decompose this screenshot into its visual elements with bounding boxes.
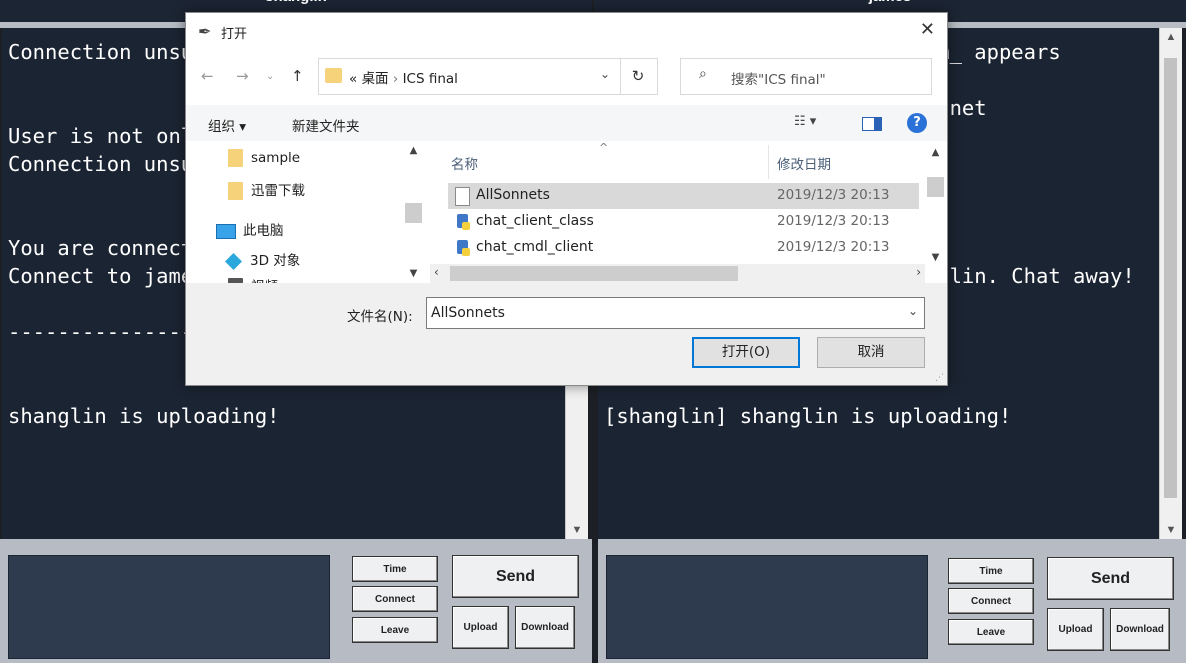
python-file-icon [457, 240, 470, 256]
new-folder-button[interactable]: 新建文件夹 [292, 115, 360, 135]
navigation-pane: sample 迅雷下载 此电脑 3D 对象 视频 ▲ ▼ [186, 141, 426, 283]
folder-icon [228, 149, 243, 167]
scroll-right-icon[interactable]: › [916, 265, 921, 279]
dialog-footer: 文件名(N): AllSonnets ⌄ 打开(O) 取消 ⋰ [186, 283, 947, 385]
open-button[interactable]: 打开(O) [692, 337, 800, 368]
cube-icon [225, 252, 242, 270]
file-row[interactable]: AllSonnets 2019/12/3 20:13 [448, 183, 919, 209]
dialog-title: 打开 [221, 27, 248, 42]
scroll-down-icon[interactable]: ▼ [405, 268, 422, 279]
file-row[interactable]: chat_cmdl_client 2019/12/3 20:13 [448, 235, 919, 261]
feather-icon: ✒ [198, 22, 212, 41]
computer-icon [216, 223, 236, 239]
input-panel: Time Connect Leave Send Upload Download [598, 539, 1186, 663]
leave-button[interactable]: Leave [352, 617, 438, 643]
breadcrumb[interactable]: « 桌面 › ICS final [349, 67, 458, 87]
filename-input[interactable]: AllSonnets ⌄ [426, 297, 925, 329]
scroll-left-icon[interactable]: ‹ [434, 265, 439, 279]
python-file-icon [457, 214, 470, 230]
message-input[interactable] [606, 555, 928, 659]
nav-item-downloads[interactable]: 迅雷下载 [228, 179, 305, 200]
nav-item-this-pc[interactable]: 此电脑 [216, 219, 284, 239]
column-name-header[interactable]: 名称 [451, 153, 478, 173]
download-button[interactable]: Download [515, 606, 575, 649]
scroll-thumb[interactable] [927, 177, 944, 197]
refresh-icon[interactable]: ↻ [619, 58, 658, 95]
history-dropdown-icon[interactable]: ⌄ [266, 71, 274, 82]
folder-icon [228, 182, 243, 200]
scroll-thumb[interactable] [405, 203, 422, 223]
scroll-down-icon[interactable]: ▼ [927, 252, 944, 263]
scroll-up-icon[interactable]: ▲ [1160, 28, 1182, 46]
scroll-down-icon[interactable]: ▼ [1160, 521, 1182, 539]
message-input[interactable] [8, 555, 330, 659]
text-file-icon [455, 187, 470, 206]
scroll-thumb[interactable] [450, 266, 738, 281]
cancel-button[interactable]: 取消 [817, 337, 925, 368]
help-icon[interactable]: ? [907, 113, 927, 133]
resize-grip-icon[interactable]: ⋰ [935, 373, 944, 383]
sort-ascending-icon: ^ [599, 141, 609, 154]
upload-button[interactable]: Upload [452, 606, 509, 649]
upload-button[interactable]: Upload [1047, 608, 1104, 651]
forward-icon[interactable]: → [236, 67, 249, 85]
connect-button[interactable]: Connect [948, 588, 1034, 614]
file-list-scrollbar[interactable]: ▲ ▼ [927, 145, 944, 263]
download-button[interactable]: Download [1110, 608, 1170, 651]
up-icon[interactable]: ↑ [291, 67, 304, 85]
dialog-titlebar: ✒ 打开 ✕ [186, 13, 947, 53]
search-icon: ⌕ [699, 66, 707, 82]
chevron-down-icon[interactable]: ⌄ [908, 304, 918, 318]
nav-item-videos[interactable]: 视频 [228, 275, 278, 283]
command-bar: 组织 ▾ 新建文件夹 ☷ ▾ ? [186, 105, 947, 141]
open-file-dialog: ✒ 打开 ✕ ← → ⌄ ↑ « 桌面 › ICS final ⌄ ↻ ⌕ 搜索… [185, 12, 948, 386]
file-row[interactable]: chat_client_class 2019/12/3 20:13 [448, 209, 919, 235]
time-button[interactable]: Time [948, 558, 1034, 584]
address-bar[interactable]: « 桌面 › ICS final ⌄ [318, 58, 621, 95]
scroll-up-icon[interactable]: ▲ [927, 147, 944, 158]
leave-button[interactable]: Leave [948, 619, 1034, 645]
view-options-icon[interactable]: ☷ ▾ [794, 114, 816, 129]
folder-icon [325, 68, 342, 83]
chat-scrollbar[interactable]: ▲ ▼ [1159, 28, 1182, 539]
nav-scrollbar[interactable]: ▲ ▼ [405, 141, 422, 283]
search-input[interactable]: ⌕ 搜索"ICS final" [680, 58, 932, 95]
file-list-hscrollbar[interactable]: ‹ › [430, 264, 925, 283]
scroll-up-icon[interactable]: ▲ [405, 145, 422, 156]
filename-label: 文件名(N): [347, 309, 413, 325]
column-date-header[interactable]: 修改日期 [777, 153, 831, 173]
scroll-down-icon[interactable]: ▼ [566, 521, 588, 539]
close-icon[interactable]: ✕ [920, 19, 935, 40]
send-button[interactable]: Send [1047, 557, 1174, 600]
preview-pane-icon[interactable] [862, 117, 882, 131]
nav-item-sample[interactable]: sample [228, 149, 300, 167]
time-button[interactable]: Time [352, 556, 438, 582]
search-placeholder: 搜索"ICS final" [731, 72, 826, 88]
input-panel: Time Connect Leave Send Upload Download [0, 539, 592, 663]
connect-button[interactable]: Connect [352, 586, 438, 612]
chevron-down-icon[interactable]: ⌄ [600, 67, 610, 81]
organize-menu[interactable]: 组织 ▾ [208, 115, 246, 135]
column-divider [768, 145, 769, 179]
scroll-thumb[interactable] [1164, 58, 1177, 498]
back-icon[interactable]: ← [201, 67, 214, 85]
nav-item-3d-objects[interactable]: 3D 对象 [225, 249, 300, 270]
send-button[interactable]: Send [452, 555, 579, 598]
